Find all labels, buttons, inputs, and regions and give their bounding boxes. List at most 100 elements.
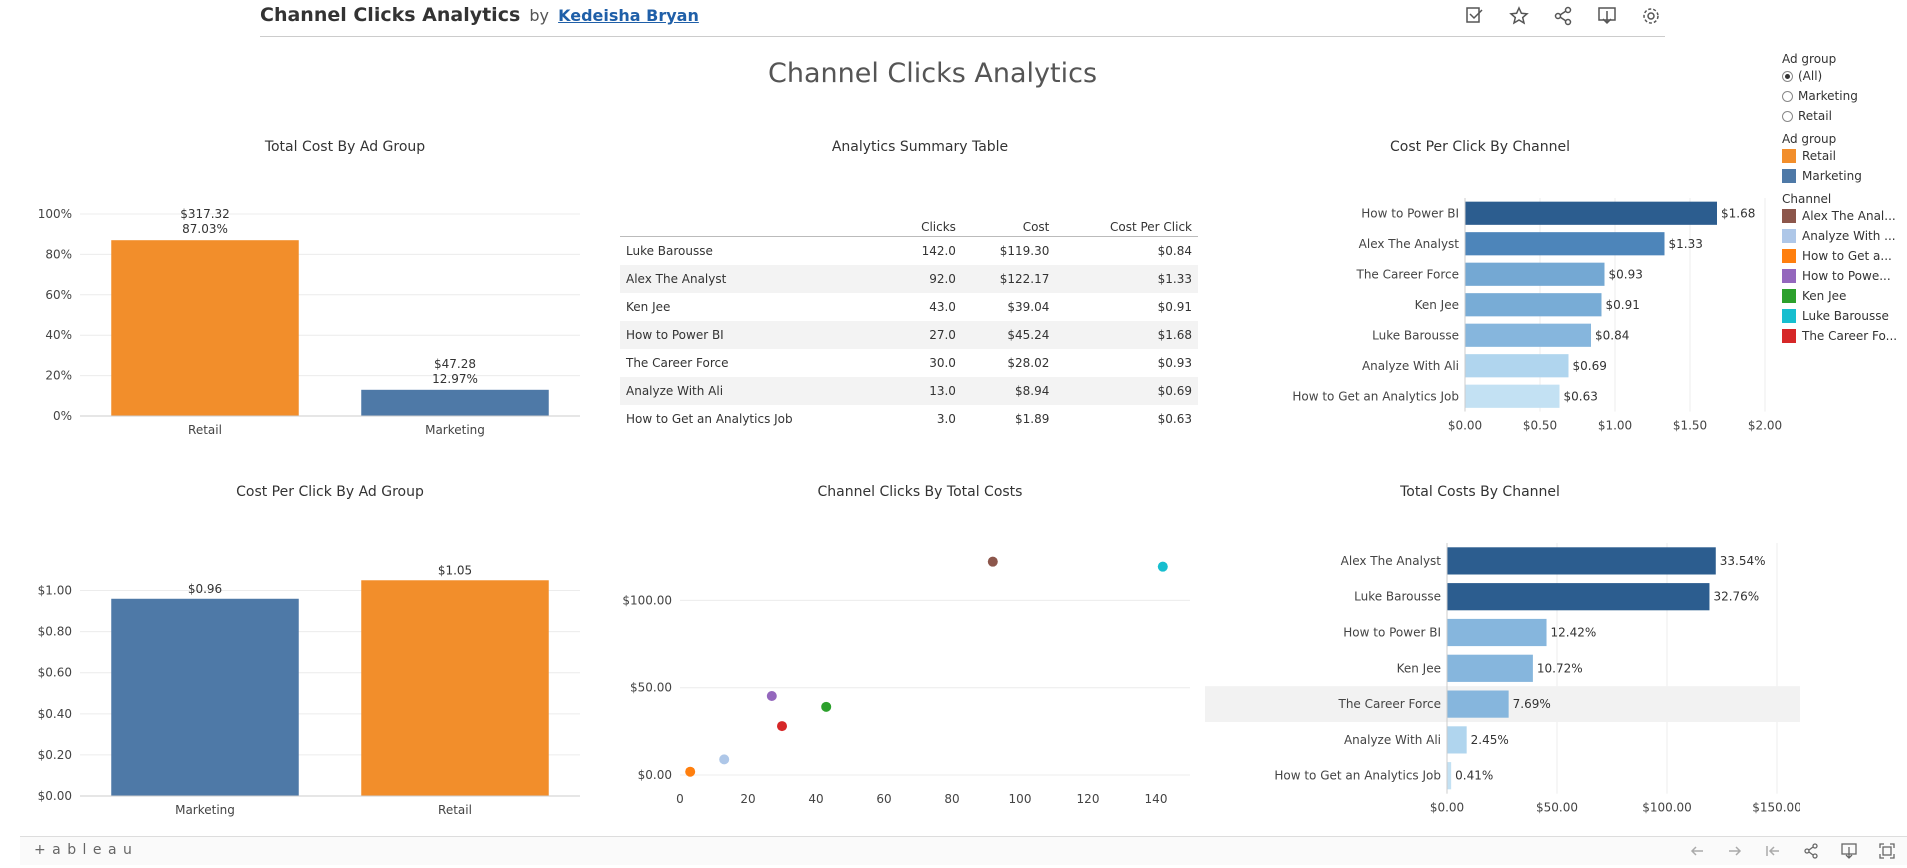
x-tick-label: Marketing [425,423,485,437]
x-tick-label: $0.00 [1430,801,1464,815]
scatter-point[interactable] [821,701,832,712]
bar[interactable] [1447,547,1716,575]
radio-icon[interactable] [1782,90,1793,102]
channel-legend-item[interactable]: Analyze With ... [1782,226,1904,246]
ad-group-legend-item[interactable]: Marketing [1782,166,1904,186]
share-icon[interactable] [1799,841,1823,861]
table-row[interactable]: Analyze With Ali 13.0 $8.94 $0.69 [620,377,1198,405]
bar[interactable] [1465,262,1605,286]
table-row[interactable]: How to Power BI 27.0 $45.24 $1.68 [620,321,1198,349]
scatter-point[interactable] [685,766,696,777]
table-row[interactable]: Alex The Analyst 92.0 $122.17 $1.33 [620,265,1198,293]
bar-value-label: $0.69 [1573,359,1607,373]
download-icon[interactable] [1593,2,1621,30]
tableau-logo[interactable]: + a b l e a u [34,842,133,858]
bar[interactable] [111,598,299,796]
radio-label: (All) [1798,69,1823,83]
channel-legend-item[interactable]: Alex The Anal... [1782,206,1904,226]
chart-title-total-costs-by-channel: Total Costs By Channel [1400,484,1560,500]
bar[interactable] [1465,201,1717,225]
ad-group-radio-option[interactable]: (All) [1782,66,1904,86]
bar[interactable] [1447,618,1547,647]
y-tick-label: 0% [53,409,72,423]
bar-value-label: 7.69% [1513,697,1551,711]
bar-value-label: $0.93 [1609,267,1643,281]
bar[interactable] [1447,762,1452,790]
bar[interactable] [1465,232,1665,256]
x-tick-label: Retail [188,423,222,437]
scatter-point[interactable] [1157,561,1168,572]
bar[interactable] [1465,384,1560,408]
table-row[interactable]: Ken Jee 43.0 $39.04 $0.91 [620,293,1198,321]
y-tick-label: 100% [38,207,72,221]
bar[interactable] [1447,654,1533,682]
scatter-point[interactable] [719,754,730,765]
legend-label: Ken Jee [1802,289,1847,303]
bar[interactable] [1465,354,1569,378]
channel-legend-item[interactable]: Luke Barousse [1782,306,1904,326]
x-tick-label: 0 [676,792,684,806]
radio-icon[interactable] [1782,70,1793,82]
bar[interactable] [1447,690,1509,718]
bar[interactable] [1447,726,1467,754]
bar-value-label: 0.41% [1455,769,1493,783]
legend-label: How to Get a... [1802,249,1892,263]
bar[interactable] [361,580,549,796]
radio-icon[interactable] [1782,110,1793,122]
legend-swatch [1782,149,1796,163]
table-row[interactable]: The Career Force 30.0 $28.02 $0.93 [620,349,1198,377]
total-cost-by-ad-group-chart: 0% 20% 40% 60% 80% 100% Retail $317.3287.03% Mar… [38,207,580,437]
row-name: How to Get an Analytics Job [626,412,793,426]
y-category-label: Alex The Analyst [1359,237,1460,251]
fullscreen-icon[interactable] [1875,841,1899,861]
table-row[interactable]: How to Get an Analytics Job 3.0 $1.89 $0.63 [620,405,1198,433]
bar-value-label: $1.05 [438,563,472,577]
x-tick-label: Marketing [175,803,235,817]
undo-icon[interactable] [1685,841,1709,861]
channel-legend-item[interactable]: How to Get a... [1782,246,1904,266]
download-icon[interactable] [1837,841,1861,861]
bar[interactable] [361,389,549,416]
row-clicks: 142.0 [921,244,956,258]
table-row[interactable]: Luke Barousse 142.0 $119.30 $0.84 [620,237,1198,266]
y-category-label: Luke Barousse [1354,590,1441,604]
y-tick-label: $0.40 [38,707,72,721]
bar[interactable] [111,240,299,416]
chart-title-cpc-by-ad-group: Cost Per Click By Ad Group [236,484,424,500]
x-tick-label: 100 [1009,792,1032,806]
star-icon[interactable] [1505,2,1533,30]
gear-icon[interactable] [1637,2,1665,30]
cpc-column-header: Cost Per Click [1055,214,1198,237]
share-icon[interactable] [1549,2,1577,30]
ad-group-radio-option[interactable]: Marketing [1782,86,1904,106]
channel-legend-item[interactable]: The Career Fo... [1782,326,1904,346]
redo-icon[interactable] [1723,841,1747,861]
legend-swatch [1782,229,1796,243]
row-cost: $8.94 [961,377,1056,405]
scatter-point[interactable] [777,721,787,732]
revert-icon[interactable] [1761,841,1785,861]
legend-swatch [1782,249,1796,263]
filter-panel: Ad group (All) Marketing Retail Ad group R… [1782,52,1904,346]
scatter-point[interactable] [987,556,998,567]
y-tick-label: $50.00 [630,681,672,695]
edit-icon[interactable] [1461,2,1489,30]
x-tick-label: $1.50 [1673,419,1707,433]
channel-legend-item[interactable]: Ken Jee [1782,286,1904,306]
ad-group-radio-option[interactable]: Retail [1782,106,1904,126]
ad-group-legend-item[interactable]: Retail [1782,146,1904,166]
ad-group-filter-title: Ad group [1782,52,1837,66]
row-cpc: $0.93 [1157,356,1192,370]
y-category-label: How to Power BI [1361,206,1459,220]
bar[interactable] [1465,323,1591,347]
channel-legend-item[interactable]: How to Powe... [1782,266,1904,286]
bar[interactable] [1465,293,1602,317]
radio-label: Retail [1798,109,1832,123]
author-link[interactable]: Kedeisha Bryan [558,6,699,25]
scatter-point[interactable] [766,691,777,702]
summary-table-container: Clicks Cost Cost Per Click Luke Barousse… [620,214,1198,433]
x-tick-label: $0.00 [1448,419,1482,433]
y-category-label: How to Get an Analytics Job [1274,769,1441,783]
bar-value-label: 32.76% [1713,590,1759,604]
bar[interactable] [1447,583,1710,611]
